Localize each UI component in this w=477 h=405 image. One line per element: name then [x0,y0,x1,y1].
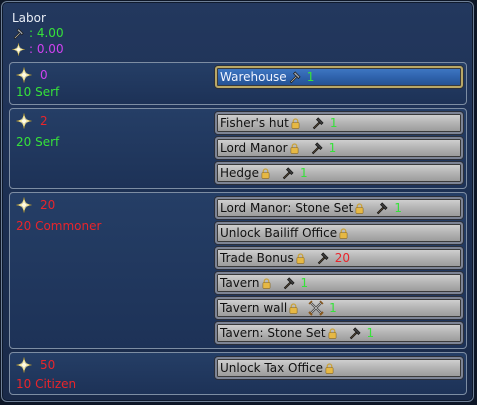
lord-manor-button[interactable]: Lord Manor 1 [215,137,463,159]
class-label: 10 Serf [16,85,60,99]
panel-title: Labor [12,11,46,25]
hammer-icon [282,276,296,290]
lock-icon [328,328,337,339]
hammer-icon [348,326,362,340]
lock-icon [291,118,300,129]
hammer-icon [310,141,324,155]
tier-section-commoner-20: 20 20 Commoner Lord Manor: Stone Set 1 U… [9,192,467,349]
button-label: Lord Manor: Stone Set [220,201,354,215]
unlock-bailiff-office-button[interactable]: Unlock Bailiff Office [215,222,463,244]
unlock-tax-office-button[interactable]: Unlock Tax Office [215,357,463,379]
button-label: Lord Manor [220,141,288,155]
lock-icon [339,228,348,239]
tier-section-citizen-10: 50 10 Citizen Unlock Tax Office [9,352,467,395]
button-number: 1 [306,70,315,84]
requirement-value: 0 [40,68,48,82]
tavern-wall-button[interactable]: Tavern wall 1 [215,297,463,319]
requirement-value: 50 [40,358,56,372]
prestige-stat: : 0.00 [12,42,64,56]
button-number: 1 [328,141,337,155]
lock-icon [262,278,271,289]
hammer-icon [281,166,295,180]
lock-icon [289,303,298,314]
button-number: 1 [329,116,338,130]
labor-value: : 4.00 [29,26,64,40]
tier-requirement: 50 [16,357,55,373]
button-label: Fisher's hut [220,116,289,130]
button-label: Tavern wall [220,301,288,315]
class-label: 10 Citizen [16,377,77,391]
labor-panel: Labor : 4.00 : 0.00 0 10 Serf Warehouse … [1,1,474,402]
button-number: 1 [366,326,375,340]
sun-star-icon [16,197,32,213]
button-label: Unlock Tax Office [220,361,324,375]
crossed-swords-icon [308,300,324,316]
labor-stat: : 4.00 [12,26,64,40]
button-number: 1 [394,201,403,215]
class-label: 20 Serf [16,135,60,149]
sun-star-icon [12,43,25,56]
tavern-button[interactable]: Tavern 1 [215,272,463,294]
prestige-value: : 0.00 [29,42,64,56]
sun-star-icon [16,113,32,129]
class-label: 20 Commoner [16,219,102,233]
tier-requirement: 2 [16,113,48,129]
lord-manor-stone-set-button[interactable]: Lord Manor: Stone Set 1 [215,197,463,219]
lock-icon [290,143,299,154]
hammer-icon [12,27,25,40]
hammer-icon [311,116,325,130]
requirement-value: 2 [40,114,48,128]
button-number: 1 [300,276,309,290]
sun-star-icon [16,67,32,83]
button-number: 20 [334,251,350,265]
hammer-icon [288,70,302,84]
button-label: Trade Bonus [220,251,294,265]
button-label: Unlock Bailiff Office [220,226,338,240]
button-number: 1 [300,166,308,180]
lock-icon [325,363,334,374]
hammer-icon [375,201,389,215]
button-label: Tavern: Stone Set [220,326,326,340]
button-label: Hedge [220,166,260,180]
sun-star-icon [16,357,32,373]
button-label: Warehouse [220,70,287,84]
lock-icon [355,203,364,214]
tier-section-serf-20: 2 20 Serf Fisher's hut 1 Lord Manor 1 He… [9,108,467,189]
lock-icon [296,253,305,264]
hedge-button[interactable]: Hedge 1 [215,162,463,184]
warehouse-button[interactable]: Warehouse 1 [215,66,463,88]
hammer-icon [316,251,330,265]
tier-requirement: 20 [16,197,55,213]
tavern-stone-set-button[interactable]: Tavern: Stone Set 1 [215,322,463,344]
tier-requirement: 0 [16,67,48,83]
fishers-hut-button[interactable]: Fisher's hut 1 [215,112,463,134]
lock-icon [261,168,270,179]
button-number: 1 [329,301,337,315]
tier-section-serf-10: 0 10 Serf Warehouse 1 [9,62,467,105]
trade-bonus-button[interactable]: Trade Bonus 20 [215,247,463,269]
button-label: Tavern [220,276,260,290]
requirement-value: 20 [40,198,56,212]
